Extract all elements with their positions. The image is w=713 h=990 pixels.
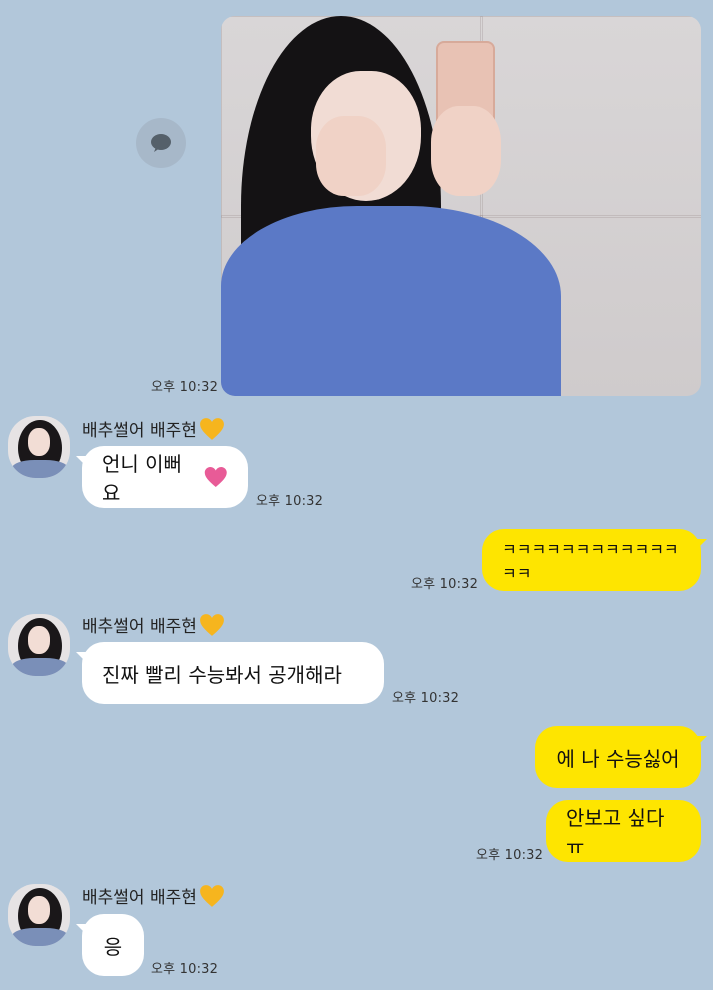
message-text: 에 나 수능싫어 — [556, 746, 680, 771]
yellow-heart-icon — [199, 613, 224, 636]
sender-name-text: 배추썰어 배주현 — [82, 888, 197, 908]
message-text: 언니 이뻐요 — [102, 452, 182, 505]
avatar[interactable] — [8, 614, 70, 676]
photo-shirt — [221, 206, 561, 396]
avatar-face — [28, 626, 50, 654]
yellow-heart-icon — [199, 884, 224, 907]
message-bubble[interactable]: 응 — [76, 914, 144, 976]
photo-hand — [316, 116, 386, 196]
sender-name: 배추썰어 배주현 — [82, 612, 225, 637]
message-bubble[interactable]: 진짜 빨리 수능봐서 공개해라 — [76, 642, 384, 704]
message-time: 오후 10:32 — [151, 380, 219, 395]
message-time: 오후 10:32 — [151, 962, 219, 977]
avatar-body — [12, 928, 68, 946]
sender-name-text: 배추썰어 배주현 — [82, 421, 197, 441]
yellow-heart-icon — [199, 417, 224, 440]
wall-tile — [480, 16, 701, 218]
message-time: 오후 10:32 — [256, 494, 324, 509]
message-time: 오후 10:32 — [411, 577, 479, 592]
pink-heart-icon — [204, 467, 227, 487]
message-time: 오후 10:32 — [392, 691, 460, 706]
speech-bubble-icon — [151, 134, 171, 152]
message-text: 안보고 싶다ㅠ — [566, 806, 665, 859]
message-bubble[interactable]: 안보고 싶다ㅠ — [546, 800, 701, 862]
avatar-body — [12, 460, 68, 478]
message-bubble[interactable]: 에 나 수능싫어 — [535, 726, 707, 788]
sender-name: 배추썰어 배주현 — [82, 883, 225, 908]
message-bubble[interactable]: ㅋㅋㅋㅋㅋㅋㅋㅋㅋㅋㅋㅋㅋㅋ — [482, 529, 707, 591]
sender-name: 배추썰어 배주현 — [82, 416, 225, 441]
avatar[interactable] — [8, 884, 70, 946]
message-text: ㅋㅋㅋㅋㅋㅋㅋㅋㅋㅋㅋㅋㅋㅋ — [502, 540, 679, 583]
avatar-body — [12, 658, 68, 676]
message-bubble[interactable]: 언니 이뻐요 — [76, 446, 248, 508]
photo-hand — [431, 106, 501, 196]
message-text: 진짜 빨리 수능봐서 공개해라 — [102, 662, 342, 687]
avatar-face — [28, 428, 50, 456]
avatar[interactable] — [8, 416, 70, 478]
share-button[interactable] — [136, 118, 186, 168]
message-time: 오후 10:32 — [476, 848, 544, 863]
sender-name-text: 배추썰어 배주현 — [82, 617, 197, 637]
avatar-face — [28, 896, 50, 924]
message-text: 응 — [103, 934, 123, 959]
photo-message[interactable] — [221, 16, 701, 396]
